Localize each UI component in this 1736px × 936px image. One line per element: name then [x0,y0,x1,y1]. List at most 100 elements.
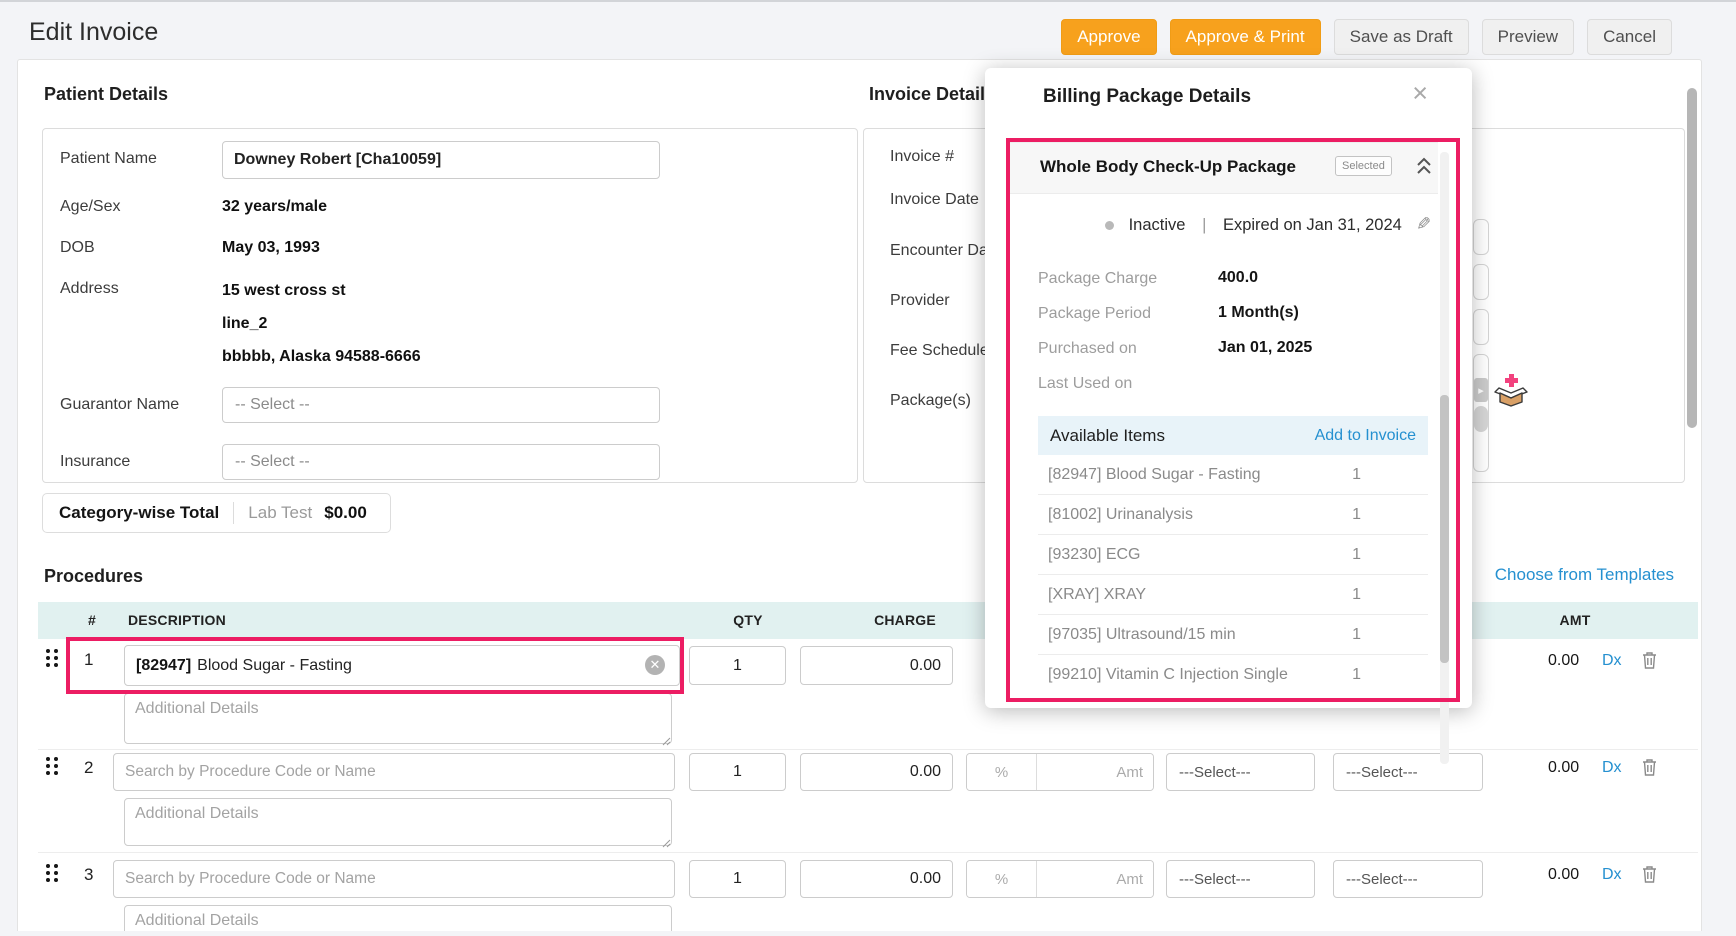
provider-label: Provider [890,292,950,310]
patient-details-title: Patient Details [44,84,168,105]
preview-button[interactable]: Preview [1482,19,1574,55]
resize-grip-icon[interactable] [662,733,671,742]
choose-from-templates-link[interactable]: Choose from Templates [1495,565,1674,585]
qty-input-row-1[interactable] [689,646,786,685]
discount-amount-input[interactable] [1037,861,1153,897]
procedures-title: Procedures [44,566,143,587]
fee-schedule-field[interactable] [1473,309,1489,345]
resize-grip-icon[interactable] [662,835,671,844]
delete-row-icon[interactable] [1641,650,1658,675]
patient-name-field[interactable]: Downey Robert [Cha10059] [222,141,660,179]
item-name: [93230] ECG [1048,546,1141,564]
amt-value-row-2: 0.00 [1548,759,1579,777]
fee-schedule-label: Fee Schedule [890,342,989,360]
select-1-row-3[interactable]: ---Select--- [1166,860,1315,898]
status-text: Inactive [1129,216,1186,234]
guarantor-select[interactable]: -- Select -- [222,387,660,423]
guarantor-label: Guarantor Name [60,396,179,414]
address-line-2: line_2 [222,315,267,333]
delete-row-icon[interactable] [1641,864,1658,889]
status-dot-icon [1105,221,1114,230]
drag-handle-icon[interactable] [46,649,58,669]
page-scrollbar-thumb[interactable] [1687,88,1697,428]
patient-details-box [42,128,858,483]
age-sex-value: 32 years/male [222,198,327,216]
available-item[interactable]: [97035] Ultrasound/15 min1 [1038,615,1428,655]
drag-handle-icon[interactable] [46,864,58,884]
item-name: [82947] Blood Sugar - Fasting [1048,466,1261,484]
select-1-row-2[interactable]: ---Select--- [1166,753,1315,791]
additional-details-row-1[interactable] [124,693,672,744]
field-label: Package Charge [1038,270,1157,288]
available-item[interactable]: [82947] Blood Sugar - Fasting1 [1038,455,1428,495]
insurance-select[interactable]: -- Select -- [222,444,660,480]
package-header[interactable]: Whole Body Check-Up Package Selected [1010,142,1438,194]
collapse-chevron-icon[interactable] [1415,156,1433,181]
available-item[interactable]: [99210] Vitamin C Injection Single1 [1038,655,1428,695]
patient-name-value: Downey Robert [Cha10059] [234,151,441,169]
packages-label: Package(s) [890,392,971,410]
procedure-search-row-1[interactable]: [82947] Blood Sugar - Fasting [124,645,680,686]
discount-percent-input[interactable] [967,754,1037,790]
add-to-invoice-link[interactable]: Add to Invoice [1315,427,1416,445]
provider-field[interactable] [1473,264,1489,300]
cancel-button[interactable]: Cancel [1587,19,1672,55]
qty-input-row-3[interactable] [689,860,786,898]
amt-value-row-1: 0.00 [1548,652,1579,670]
category-total-label: Category-wise Total [43,503,233,523]
procedure-search-row-2[interactable] [113,753,675,791]
row-separator [38,852,1698,853]
delete-row-icon[interactable] [1641,757,1658,782]
charge-input-row-2[interactable] [800,753,953,791]
additional-details-row-2[interactable] [124,798,672,846]
item-name: [99210] Vitamin C Injection Single [1048,666,1288,684]
discount-percent-input[interactable] [967,861,1037,897]
qty-input-row-2[interactable] [689,753,786,791]
bottom-strip [0,931,1736,936]
header-actions: Approve Approve & Print Save as Draft Pr… [1061,19,1672,55]
col-amt: AMT [1540,612,1610,628]
discount-amount-input[interactable] [1037,754,1153,790]
select-2-row-3[interactable]: ---Select--- [1333,860,1483,898]
close-icon[interactable]: × [1412,80,1428,107]
col-charge: CHARGE [855,612,955,628]
row-number: 3 [84,865,93,885]
approve-print-button[interactable]: Approve & Print [1170,19,1321,55]
age-sex-label: Age/Sex [60,198,120,216]
discount-group-row-3 [966,860,1154,898]
category-name: Lab Test [234,503,324,523]
dx-link-row-2[interactable]: Dx [1602,759,1622,777]
package-icon[interactable] [1492,370,1530,413]
procedure-search-row-3[interactable] [113,860,675,898]
dx-link-row-3[interactable]: Dx [1602,866,1622,884]
category-total-box: Category-wise Total Lab Test $0.00 [42,493,391,533]
clear-procedure-icon[interactable]: ✕ [645,655,665,675]
col-description: DESCRIPTION [128,612,226,628]
edit-invoice-screen: Edit Invoice Approve Approve & Print Sav… [0,0,1736,936]
discount-group-row-2 [966,753,1154,791]
edit-pencil-icon[interactable]: ✎ [1416,214,1431,235]
charge-input-row-3[interactable] [800,860,953,898]
select-2-row-2[interactable]: ---Select--- [1333,753,1483,791]
approve-button[interactable]: Approve [1061,19,1156,55]
available-item[interactable]: [XRAY] XRAY1 [1038,575,1428,615]
package-next-arrow[interactable]: ▸ [1474,378,1488,402]
procedure-name: Blood Sugar - Fasting [197,657,352,675]
address-line-3: bbbbb, Alaska 94588-6666 [222,348,421,366]
available-item[interactable]: [81002] Urinanalysis1 [1038,495,1428,535]
dx-link-row-1[interactable]: Dx [1602,652,1622,670]
modal-scrollbar-thumb[interactable] [1440,395,1449,663]
billing-package-modal: Billing Package Details × Whole Body Che… [985,68,1472,708]
save-as-draft-button[interactable]: Save as Draft [1334,19,1469,55]
charge-input-row-1[interactable] [800,646,953,685]
invoice-date-label: Invoice Date [890,191,979,209]
dob-label: DOB [60,239,95,257]
address-line-1: 15 west cross st [222,282,346,300]
encounter-date-field[interactable] [1473,219,1489,255]
item-name: [XRAY] XRAY [1048,586,1146,604]
page-title: Edit Invoice [29,18,158,47]
amt-value-row-3: 0.00 [1548,866,1579,884]
drag-handle-icon[interactable] [46,757,58,777]
package-list-scroll-thumb[interactable] [1474,406,1488,432]
available-item[interactable]: [93230] ECG1 [1038,535,1428,575]
